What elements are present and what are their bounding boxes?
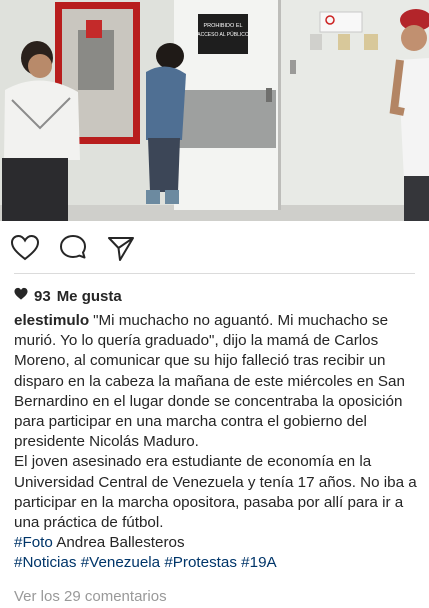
post-caption: elestimulo "Mi muchacho no aguantó. Mi mu…: [14, 311, 418, 574]
action-bar: [0, 221, 429, 273]
sign-text-line-1: PROHIBIDO EL: [203, 23, 242, 29]
hashtag-protestas[interactable]: #Protestas: [164, 554, 237, 571]
likes-number: 93: [34, 287, 51, 305]
post-photo-image: PROHIBIDO EL ACCESO AL PÚBLICO: [0, 0, 429, 221]
hashtag-19a[interactable]: #19A: [241, 554, 276, 571]
sign-text-line-2: ACCESO AL PÚBLICO: [197, 31, 249, 38]
door-sign: PROHIBIDO EL ACCESO AL PÚBLICO: [197, 14, 249, 54]
hashtag-foto[interactable]: #Foto: [14, 534, 53, 551]
filled-heart-icon: [14, 287, 28, 305]
divider: [14, 273, 415, 274]
caption-text-1: "Mi muchacho no aguantó. Mi muchacho se …: [14, 312, 405, 451]
view-comments-link[interactable]: Ver los 29 comentarios: [14, 588, 167, 605]
photo-credit: #Foto Andrea Ballesteros: [14, 533, 418, 553]
likes-count[interactable]: 93 Me gusta: [14, 287, 122, 305]
photo-credit-name: Andrea Ballesteros: [56, 534, 185, 552]
caption-paragraph-1: elestimulo "Mi muchacho no aguantó. Mi mu…: [14, 311, 418, 452]
username-link[interactable]: elestimulo: [14, 312, 89, 329]
heart-icon[interactable]: [10, 233, 40, 263]
hashtags-line: #Noticias #Venezuela #Protestas #19A: [14, 553, 418, 573]
paper-plane-icon[interactable]: [106, 233, 136, 263]
post-photo[interactable]: PROHIBIDO EL ACCESO AL PÚBLICO: [0, 0, 429, 221]
likes-label: Me gusta: [56, 287, 122, 305]
hashtag-noticias[interactable]: #Noticias: [14, 554, 76, 571]
caption-paragraph-2: El joven asesinado era estudiante de eco…: [14, 453, 417, 532]
speech-bubble-icon[interactable]: [58, 233, 88, 263]
hashtag-venezuela[interactable]: #Venezuela: [81, 554, 160, 571]
